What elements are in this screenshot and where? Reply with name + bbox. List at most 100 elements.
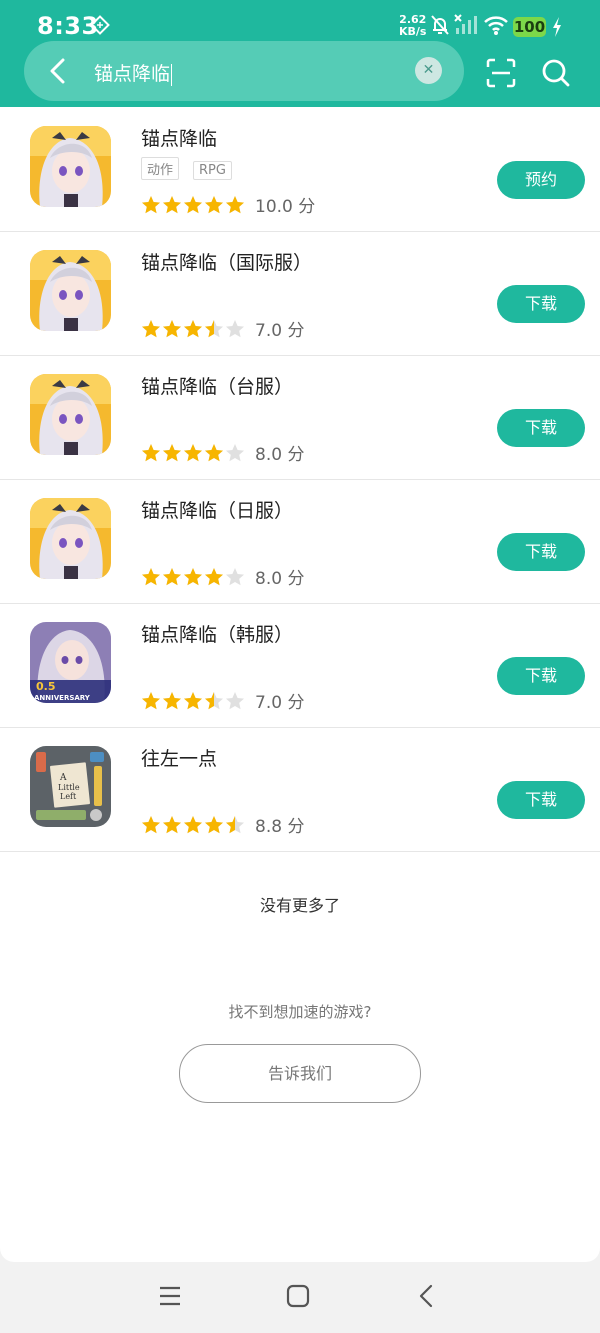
mute-bell-icon (431, 15, 449, 35)
star-full-icon (205, 443, 223, 461)
star-full-icon (142, 443, 160, 461)
download-button[interactable]: 下载 (497, 409, 585, 447)
star-rating (141, 814, 246, 833)
star-full-icon (142, 195, 160, 213)
game-title: 锚点降临 (141, 128, 218, 150)
star-empty-icon (226, 691, 244, 709)
star-rating (141, 566, 246, 585)
game-icon (30, 374, 111, 455)
star-full-icon (142, 815, 160, 833)
game-title: 锚点降临（日服） (141, 500, 294, 522)
star-full-icon (163, 443, 181, 461)
star-full-icon (142, 567, 160, 585)
tag: RPG (193, 161, 232, 180)
net-speed: 2.62 KB/s (399, 13, 427, 38)
star-full-icon (184, 195, 202, 213)
list-item[interactable]: 锚点降临（台服） 8.0 分 下载 (0, 355, 600, 480)
rating: 8.0 分 (141, 440, 304, 465)
score: 7.0 分 (255, 693, 305, 713)
rating: 8.0 分 (141, 564, 304, 589)
star-rating (141, 318, 246, 337)
back-icon[interactable] (415, 1284, 439, 1308)
list-item[interactable]: A Little Left 往左一点 8.8 分 下载 (0, 727, 600, 852)
svg-text:A: A (59, 773, 67, 783)
rating: 7.0 分 (141, 316, 304, 341)
score: 8.8 分 (255, 817, 305, 837)
menu-icon[interactable] (158, 1284, 182, 1308)
scan-icon[interactable] (486, 58, 516, 88)
star-full-icon (163, 567, 181, 585)
header-bar: 8:33 2.62 KB/s 100 锚点降临 ✕ (0, 0, 600, 107)
game-icon (30, 250, 111, 331)
star-full-icon (142, 691, 160, 709)
reserve-button[interactable]: 预约 (497, 161, 585, 199)
tag-list: 动作 RPG (141, 157, 246, 180)
clear-icon[interactable]: ✕ (415, 57, 442, 84)
battery-level: 100 (513, 17, 546, 37)
star-full-icon (163, 195, 181, 213)
star-half-icon (205, 319, 223, 337)
end-of-list-label: 没有更多了 (259, 896, 340, 915)
star-empty-icon (226, 443, 244, 461)
rating: 8.8 分 (141, 812, 304, 837)
rating: 10.0 分 (141, 192, 315, 217)
game-icon: A Little Left (30, 746, 111, 827)
score: 10.0 分 (255, 197, 316, 217)
star-full-icon (205, 567, 223, 585)
home-icon[interactable] (286, 1284, 310, 1308)
star-rating (141, 690, 246, 709)
wifi-icon (484, 16, 508, 35)
score: 7.0 分 (255, 321, 305, 341)
game-title: 锚点降临（台服） (141, 376, 294, 398)
list-item[interactable]: 锚点降临 动作 RPG 10.0 分 预约 (0, 107, 600, 232)
star-full-icon (163, 815, 181, 833)
game-title: 锚点降临（韩服） (141, 624, 294, 646)
back-arrow-icon[interactable] (46, 58, 70, 84)
star-rating (141, 194, 246, 213)
cant-find-prompt: 找不到想加速的游戏? (228, 1003, 372, 1021)
list-item[interactable]: 锚点降临（日服） 8.0 分 下载 (0, 479, 600, 604)
search-input[interactable]: 锚点降临 (94, 59, 173, 86)
star-full-icon (184, 691, 202, 709)
svg-text:0.5: 0.5 (36, 680, 56, 693)
game-title: 往左一点 (141, 748, 218, 770)
star-full-icon (184, 567, 202, 585)
search-icon[interactable] (541, 58, 571, 88)
star-full-icon (184, 815, 202, 833)
text-caret (171, 63, 173, 86)
svg-text:Little: Little (58, 783, 80, 792)
star-full-icon (205, 195, 223, 213)
star-full-icon (226, 195, 244, 213)
tag: 动作 (141, 157, 180, 180)
star-full-icon (163, 691, 181, 709)
rating: 7.0 分 (141, 688, 304, 713)
charging-icon (553, 17, 561, 37)
list-item[interactable]: 0.5 ANNIVERSARY 锚点降临（韩服） 7.0 分 下载 (0, 603, 600, 728)
star-half-icon (205, 691, 223, 709)
score: 8.0 分 (255, 445, 305, 465)
tell-us-button[interactable]: 告诉我们 (179, 1044, 421, 1103)
download-button[interactable]: 下载 (497, 657, 585, 695)
game-icon (30, 498, 111, 579)
svg-text:Left: Left (60, 792, 77, 801)
list-item[interactable]: 锚点降临（国际服） 7.0 分 下载 (0, 231, 600, 356)
game-icon: 0.5 ANNIVERSARY (30, 622, 111, 703)
star-empty-icon (226, 319, 244, 337)
diamond-status-icon (90, 15, 110, 35)
system-nav-bar (0, 1262, 600, 1333)
search-bar[interactable] (24, 41, 464, 101)
svg-text:ANNIVERSARY: ANNIVERSARY (34, 694, 91, 702)
star-half-icon (226, 815, 244, 833)
download-button[interactable]: 下载 (497, 285, 585, 323)
signal-off-icon (454, 14, 477, 34)
star-full-icon (163, 319, 181, 337)
star-full-icon (184, 319, 202, 337)
download-button[interactable]: 下载 (497, 533, 585, 571)
score: 8.0 分 (255, 569, 305, 589)
star-full-icon (142, 319, 160, 337)
star-full-icon (184, 443, 202, 461)
star-empty-icon (226, 567, 244, 585)
status-bar: 8:33 2.62 KB/s 100 (0, 0, 600, 40)
download-button[interactable]: 下载 (497, 781, 585, 819)
game-icon (30, 126, 111, 207)
